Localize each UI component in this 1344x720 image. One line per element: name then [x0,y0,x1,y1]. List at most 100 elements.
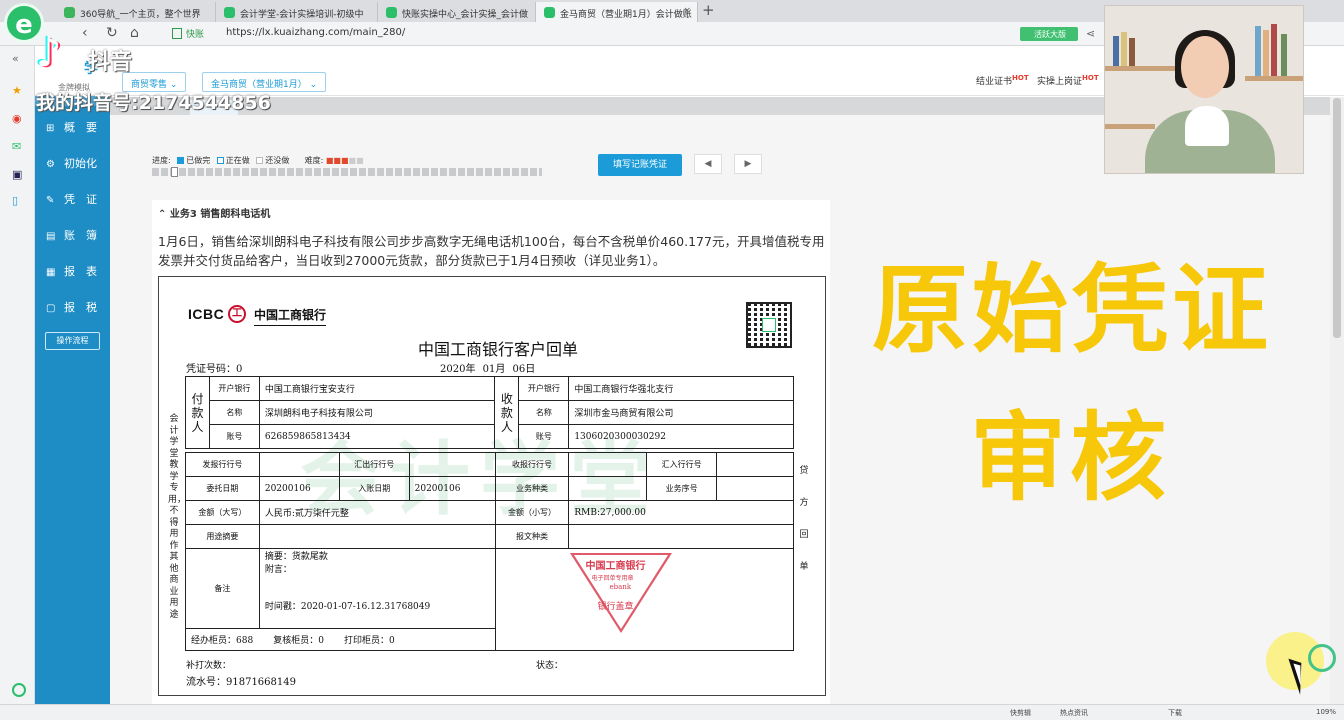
app-sidebar [35,98,110,708]
site-favicon-icon [224,7,235,18]
receipt-title: 中国工商银行客户回单 [418,340,579,359]
progress-legend: 进度: 已做完 正在做 还没做 难度: ■■■■■ [152,156,364,165]
todo-square-icon [256,157,264,164]
doc-icon[interactable]: ▯ [12,194,18,207]
browser-tab-active[interactable]: 金马商贸（营业期1月）会计做账 × [536,2,698,22]
payer-label: 付款人 [185,376,210,449]
secure-lock-icon [172,28,182,39]
pen-icon: ✎ [46,195,55,206]
weibo-icon[interactable]: ◉ [12,112,22,125]
done-square-icon [177,157,185,164]
sidebar-item-tax[interactable]: ▢ 报 税 [46,299,97,315]
payer-name: 深圳朗科电子科技有限公司 [258,400,496,425]
payee-account: 1306020300030292 [568,424,794,449]
reload-icon[interactable]: ↻ [106,25,118,41]
difficulty-stars: ■■■■■ [326,156,364,165]
icbc-mark-icon: 工 [228,305,246,323]
prev-task-button[interactable]: ◀ [694,154,722,174]
share-icon[interactable]: ⋖ [1086,27,1095,40]
browser-sidebar: « ★ ◉ ✉ ▣ ▯ [0,46,35,708]
sidebar-item-voucher[interactable]: ✎ 凭 证 [46,191,97,207]
status-item[interactable]: 快剪辑 [1010,708,1031,718]
entry-date: 20200106 [408,476,496,501]
secure-label: 快账 [186,30,205,40]
settings-ring-icon[interactable] [12,683,26,697]
next-task-button[interactable]: ▶ [734,154,762,174]
site-favicon-icon [386,7,397,18]
webcam-overlay [1104,5,1304,174]
difficulty-star-icon: ■ [333,156,341,165]
payee-label: 收款人 [494,376,520,449]
app-icon[interactable]: ▣ [12,168,22,181]
star-icon[interactable]: ★ [12,84,22,97]
side-disclaimer: 会计学堂教学专用，不得用作其他商业用途 [168,414,187,620]
file-icon: ▢ [46,303,56,314]
browser-tab[interactable]: 会计学堂-会计实操培训-初级中 [216,2,378,22]
task-description: 1月6日，销售给深圳朗科电子科技有限公司步步高数字无绳电话机100台，每台不含税… [158,234,825,268]
sidebar-item-report[interactable]: ▦ 报 表 [46,263,97,279]
grid-icon: ⊞ [46,123,55,134]
new-tab-button[interactable]: + [702,1,715,19]
payer-account: 626859865813434 [258,424,496,449]
back-icon[interactable]: ‹ [82,25,88,41]
receipt-status: 状态： [536,661,564,671]
click-ring-icon [1308,644,1336,672]
reprint-count: 补打次数： [186,661,232,671]
payee-bank: 中国工商银行华强北支行 [568,376,794,401]
gear-icon: ⚙ [46,159,55,170]
overlay-subtitle: 审核 [970,402,1170,514]
browser-status-bar: 快剪辑 热点资讯 下载 109% [0,704,1344,720]
difficulty-star-icon: ■ [348,156,357,165]
sidebar-item-overview[interactable]: ⊞ 概 要 [46,119,97,135]
doing-square-icon [216,157,224,164]
icbc-logo: ICBC [188,306,225,322]
difficulty-star-icon: ■ [340,156,349,165]
browser-tab[interactable]: 360导航_一个主页，整个世界 [56,2,216,22]
bank-name: 中国工商银行 [254,306,327,326]
difficulty-star-icon: ■ [356,156,364,165]
job-certificate-link[interactable]: 实操上岗证HOT [1037,74,1099,87]
presenter-face [1181,36,1229,98]
certificate-link[interactable]: 结业证书HOT [976,74,1029,87]
process-button[interactable]: 操作流程 [45,332,100,350]
tiktok-logo-icon: ♪ [36,30,62,76]
url-field[interactable]: https://lx.kuaizhang.com/main_280/ [226,27,405,38]
collapse-icon[interactable]: « [12,52,19,65]
site-favicon-icon [64,7,75,18]
receipt-date: 2020年 01月 06日 [440,364,536,375]
tiktok-id: 我的抖音号:2174544856 [36,92,271,114]
zoom-level[interactable]: 109% [1316,708,1336,716]
table-icon: ▦ [46,267,56,278]
status-item[interactable]: 下载 [1168,708,1182,718]
voucher-number: 凭证号码：0 [186,364,243,375]
fill-voucher-button[interactable]: 填写记账凭证 [598,154,682,176]
browser-tab[interactable]: 快账实操中心_会计实操_会计做 [378,2,536,22]
promo-button[interactable]: 活跃大版 [1020,27,1078,41]
sidebar-item-init[interactable]: ⚙ 初始化 [46,155,97,171]
task-title[interactable]: ⌃ 业务3 销售朗科电话机 [158,205,270,220]
scrollbar-thumb[interactable] [1333,98,1341,338]
commission-date: 20200106 [258,476,340,501]
teller-row: 经办柜员：688 复核柜员：0 打印柜员：0 [185,628,496,651]
receipt-table-lower: 发报行行号 汇出行行号 收报行行号 汇入行行号 委托日期 20200106 入账… [185,452,795,651]
tiktok-name: 抖音 [88,50,133,75]
current-task-marker[interactable] [171,167,178,177]
task-progress-bar[interactable] [152,168,542,176]
receipt-table: 付款人 开户银行 中国工商银行宝安支行 收款人 开户银行 中国工商银行华强北支行… [185,376,794,449]
home-icon[interactable]: ⌂ [130,25,139,41]
sidebar-item-ledger[interactable]: ▤ 账 簿 [46,227,97,243]
mail-icon[interactable]: ✉ [12,140,21,153]
amount-lower: RMB:27,000.00 [568,500,794,525]
status-item[interactable]: 热点资讯 [1060,708,1088,718]
book-icon: ▤ [46,231,56,242]
serial-number: 流水号：91871668149 [186,677,296,688]
payer-bank: 中国工商银行宝安支行 [258,376,496,401]
credit-receipt-label: 贷方回单 [799,466,809,572]
overlay-title: 原始凭证 [872,254,1272,366]
amount-upper: 人民币:贰万柒仟元整 [258,500,496,525]
qr-logo-icon [762,318,776,332]
close-tab-icon[interactable]: × [683,6,691,16]
stamp-cell: 中国工商银行 电子回单专用章 ebank 银行盖章 [494,548,795,651]
site-favicon-icon [544,7,555,18]
remark-block: 摘要：货款尾款 附言： 时间戳：2020-01-07-16.12.3176804… [258,548,496,629]
